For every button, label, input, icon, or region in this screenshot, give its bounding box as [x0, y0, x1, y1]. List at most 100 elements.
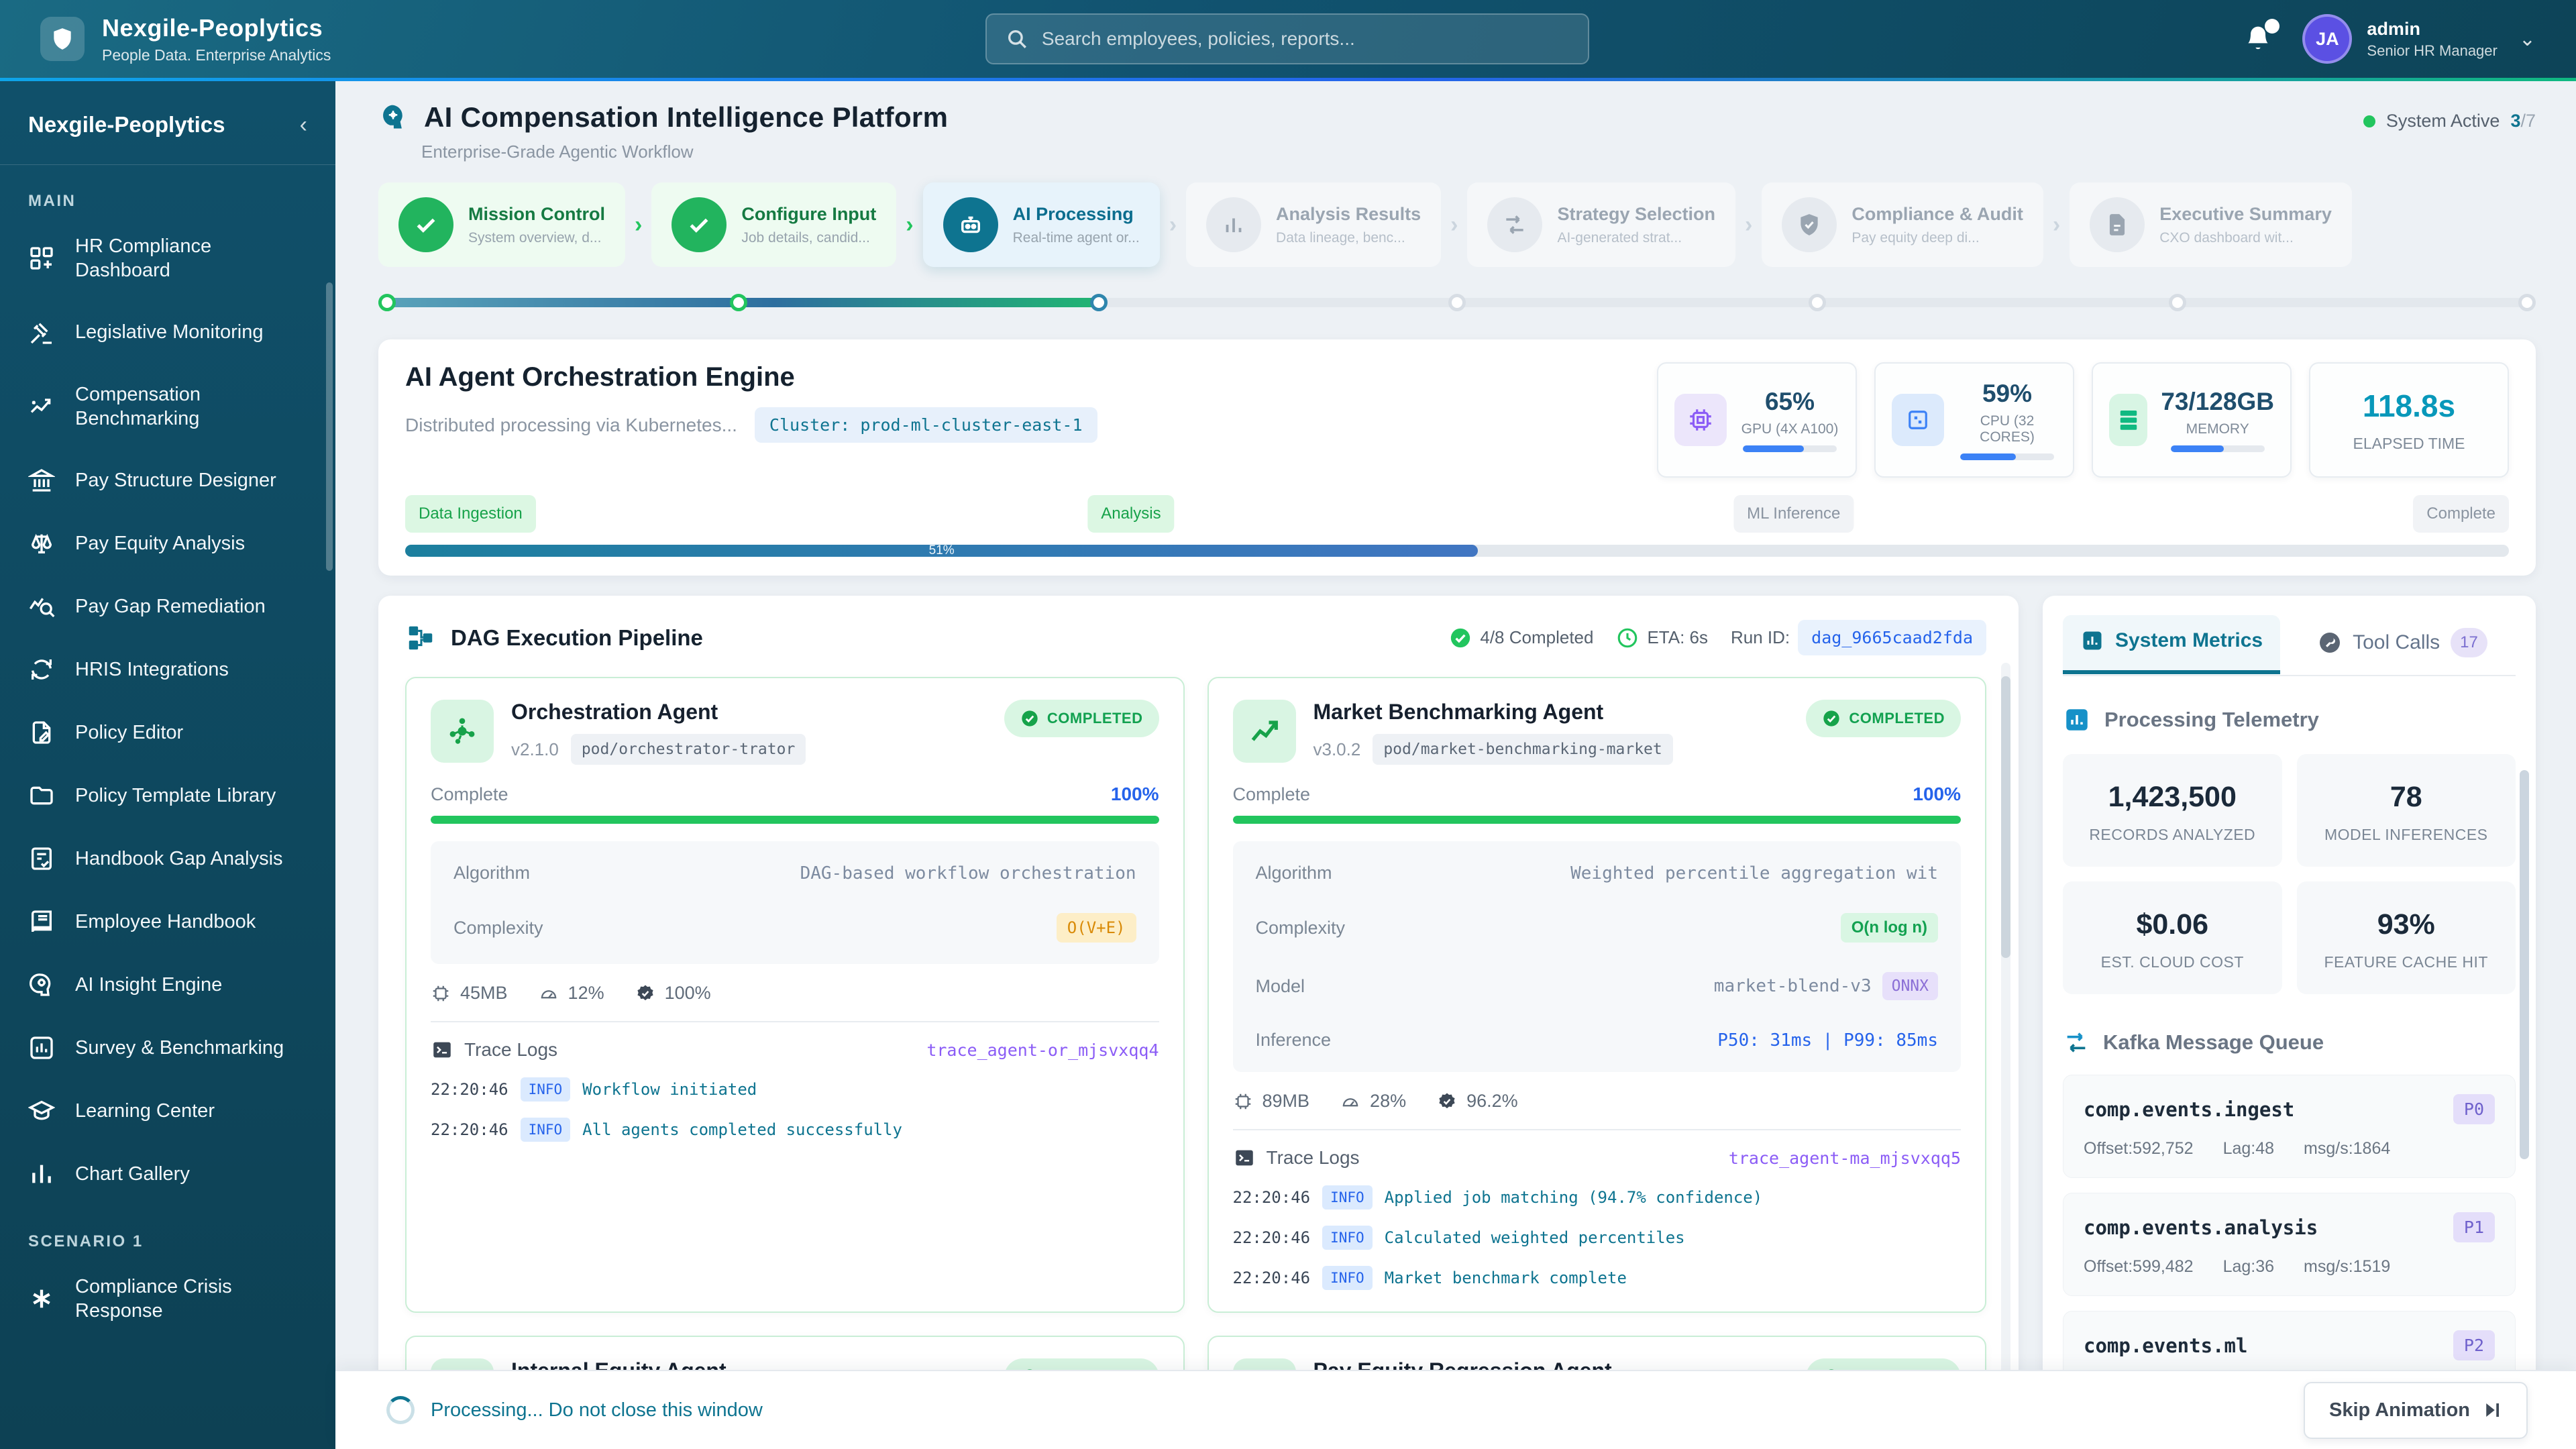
chart-icon: [1206, 197, 1262, 252]
cluster-badge: Cluster: prod-ml-cluster-east-1: [754, 407, 1097, 443]
sidebar-collapse-button[interactable]: ‹: [300, 113, 307, 136]
user-role: Senior HR Manager: [2367, 42, 2498, 59]
sidebar-item-compliance-crisis-response[interactable]: Compliance Crisis Response: [0, 1256, 335, 1342]
stage-progress-label: 51%: [928, 543, 955, 557]
spinner-icon: [386, 1396, 415, 1424]
agent-progress-bar: [431, 816, 1159, 824]
brand: Nexgile-Peoplytics People Data. Enterpri…: [40, 14, 331, 64]
log-list: 22:20:46 INFO Workflow initiated 22:20:46 I…: [431, 1077, 1159, 1142]
pipeline-stages: Data Ingestion Analysis ML Inference Com…: [405, 495, 2509, 534]
trace-logs-label: Trace Logs: [1233, 1146, 1360, 1169]
gpu-chip-icon: [1674, 394, 1727, 446]
bar-chart-icon: [28, 1161, 55, 1187]
sidebar-item-hris-integrations[interactable]: HRIS Integrations: [0, 638, 335, 701]
check-icon: [672, 197, 727, 252]
sidebar-item-compensation-benchmarking[interactable]: Compensation Benchmarking: [0, 364, 335, 449]
progress-dot: [2518, 294, 2536, 311]
sidebar-item-pay-gap-remediation[interactable]: Pay Gap Remediation: [0, 575, 335, 638]
dag-title: DAG Execution Pipeline: [451, 625, 703, 650]
search-input[interactable]: [1041, 28, 1569, 50]
step-ai-processing[interactable]: AI Processing Real-time agent or...: [922, 182, 1160, 267]
sidebar-item-ai-insight-engine[interactable]: AI Insight Engine: [0, 953, 335, 1016]
partition-badge: P1: [2453, 1212, 2495, 1242]
sidebar-item-pay-equity-analysis[interactable]: Pay Equity Analysis: [0, 512, 335, 575]
status-dot: [2363, 115, 2375, 127]
brand-name: Nexgile-Peoplytics: [102, 13, 323, 42]
processing-text: Processing... Do not close this window: [431, 1399, 763, 1421]
step-executive-summary[interactable]: Executive Summary CXO dashboard wit...: [2070, 182, 2352, 267]
global-search[interactable]: [985, 13, 1589, 64]
document-pen-icon: [28, 719, 55, 746]
gauge-stat: 12%: [539, 983, 604, 1004]
trace-id: trace_agent-ma_mjsvxqq5: [1728, 1148, 1961, 1168]
sidebar-item-survey-benchmarking[interactable]: Survey & Benchmarking: [0, 1016, 335, 1079]
skip-animation-button[interactable]: Skip Animation: [2304, 1381, 2528, 1439]
wrench-icon: [2318, 631, 2342, 655]
sidebar-item-policy-template-library[interactable]: Policy Template Library: [0, 764, 335, 827]
status-badge: COMPLETED: [1004, 700, 1159, 737]
processing-footer: Processing... Do not close this window S…: [335, 1370, 2576, 1449]
step-analysis-results[interactable]: Analysis Results Data lineage, benc...: [1186, 182, 1442, 267]
sidebar-scrollbar[interactable]: [326, 282, 333, 571]
agent-progress-bar: [1232, 816, 1961, 824]
panel-scrollbar[interactable]: [2520, 770, 2529, 1159]
agent-card-orchestration[interactable]: Orchestration Agent v2.1.0 pod/orchestrat…: [405, 677, 1185, 1313]
sidebar-item-policy-editor[interactable]: Policy Editor: [0, 701, 335, 764]
stage-progress-bar: 51%: [405, 543, 2509, 557]
sidebar-item-handbook-gap-analysis[interactable]: Handbook Gap Analysis: [0, 827, 335, 890]
sidebar-item-chart-gallery[interactable]: Chart Gallery: [0, 1142, 335, 1205]
step-arrow-icon: ›: [1745, 211, 1753, 237]
sidebar: Nexgile-Peoplytics ‹ MAIN HR Compliance …: [0, 81, 335, 1449]
sidebar-item-learning-center[interactable]: Learning Center: [0, 1079, 335, 1142]
chart-search-icon: [28, 593, 55, 620]
tab-system-metrics[interactable]: System Metrics: [2063, 615, 2281, 674]
cpu-icon: [1892, 394, 1944, 446]
dag-scrollbar[interactable]: [2001, 676, 2010, 958]
workflow-progress-line: [378, 294, 2536, 311]
sidebar-item-employee-handbook[interactable]: Employee Handbook: [0, 890, 335, 953]
search-icon: [1006, 28, 1028, 50]
step-compliance-audit[interactable]: Compliance & Audit Pay equity deep di...: [1762, 182, 2043, 267]
stage-analysis: Analysis: [1087, 495, 1175, 533]
telemetry-stat: 93% FEATURE CACHE HIT: [2296, 881, 2516, 994]
kafka-topic-row: comp.events.analysis P1 Offset:599,482 Lag…: [2063, 1193, 2516, 1296]
sidebar-item-pay-structure-designer[interactable]: Pay Structure Designer: [0, 449, 335, 512]
sidebar-item-hr-compliance-dashboard[interactable]: HR Compliance Dashboard: [0, 216, 335, 301]
user-name: admin: [2367, 18, 2420, 39]
verified-stat: 100%: [635, 983, 711, 1004]
step-mission-control[interactable]: Mission Control System overview, d...: [378, 182, 625, 267]
asterisk-icon: [28, 1285, 55, 1312]
gavel-icon: [28, 319, 55, 346]
memory-stat: 45MB: [431, 983, 508, 1004]
survey-chart-icon: [28, 1034, 55, 1061]
dag-eta: ETA: 6s: [1616, 627, 1708, 649]
progress-dot: [1448, 294, 1466, 311]
progress-dot: [730, 294, 748, 311]
graduation-cap-icon: [28, 1097, 55, 1124]
notifications-button[interactable]: [2243, 19, 2280, 54]
hub-icon: [431, 700, 494, 763]
step-configure-input[interactable]: Configure Input Job details, candid...: [651, 182, 897, 267]
memory-usage-bar: [2170, 445, 2265, 452]
agent-card-market-benchmarking[interactable]: Market Benchmarking Agent v3.0.2 pod/mark…: [1207, 677, 1986, 1313]
scales-icon: [28, 530, 55, 557]
chevron-down-icon: ⌄: [2518, 28, 2536, 50]
step-counter: 3/7: [2510, 111, 2536, 131]
kafka-transfer-icon: [2063, 1029, 2090, 1056]
tab-tool-calls[interactable]: Tool Calls 17: [2300, 614, 2505, 675]
dag-run-id: Run ID: dag_9665caad2fda: [1731, 620, 1986, 655]
step-strategy-selection[interactable]: Strategy Selection AI-generated strat...: [1467, 182, 1736, 267]
dag-branch-icon: [405, 623, 436, 653]
progress-dot: [1090, 294, 1108, 311]
sidebar-item-legislative-monitoring[interactable]: Legislative Monitoring: [0, 301, 335, 364]
ai-head-icon: [28, 971, 55, 998]
cpu-usage-bar: [1960, 453, 2054, 460]
shield-check-icon: [1782, 197, 1837, 252]
sidebar-nav: HR Compliance Dashboard Legislative Moni…: [0, 216, 335, 1205]
document-check-icon: [28, 845, 55, 872]
dashboard-icon: [28, 245, 55, 272]
page-subtitle: Enterprise-Grade Agentic Workflow: [421, 142, 694, 162]
ai-platform-icon: [378, 103, 408, 132]
trend-up-icon: [1232, 700, 1296, 763]
user-menu[interactable]: JA admin Senior HR Manager ⌄: [2302, 14, 2536, 64]
